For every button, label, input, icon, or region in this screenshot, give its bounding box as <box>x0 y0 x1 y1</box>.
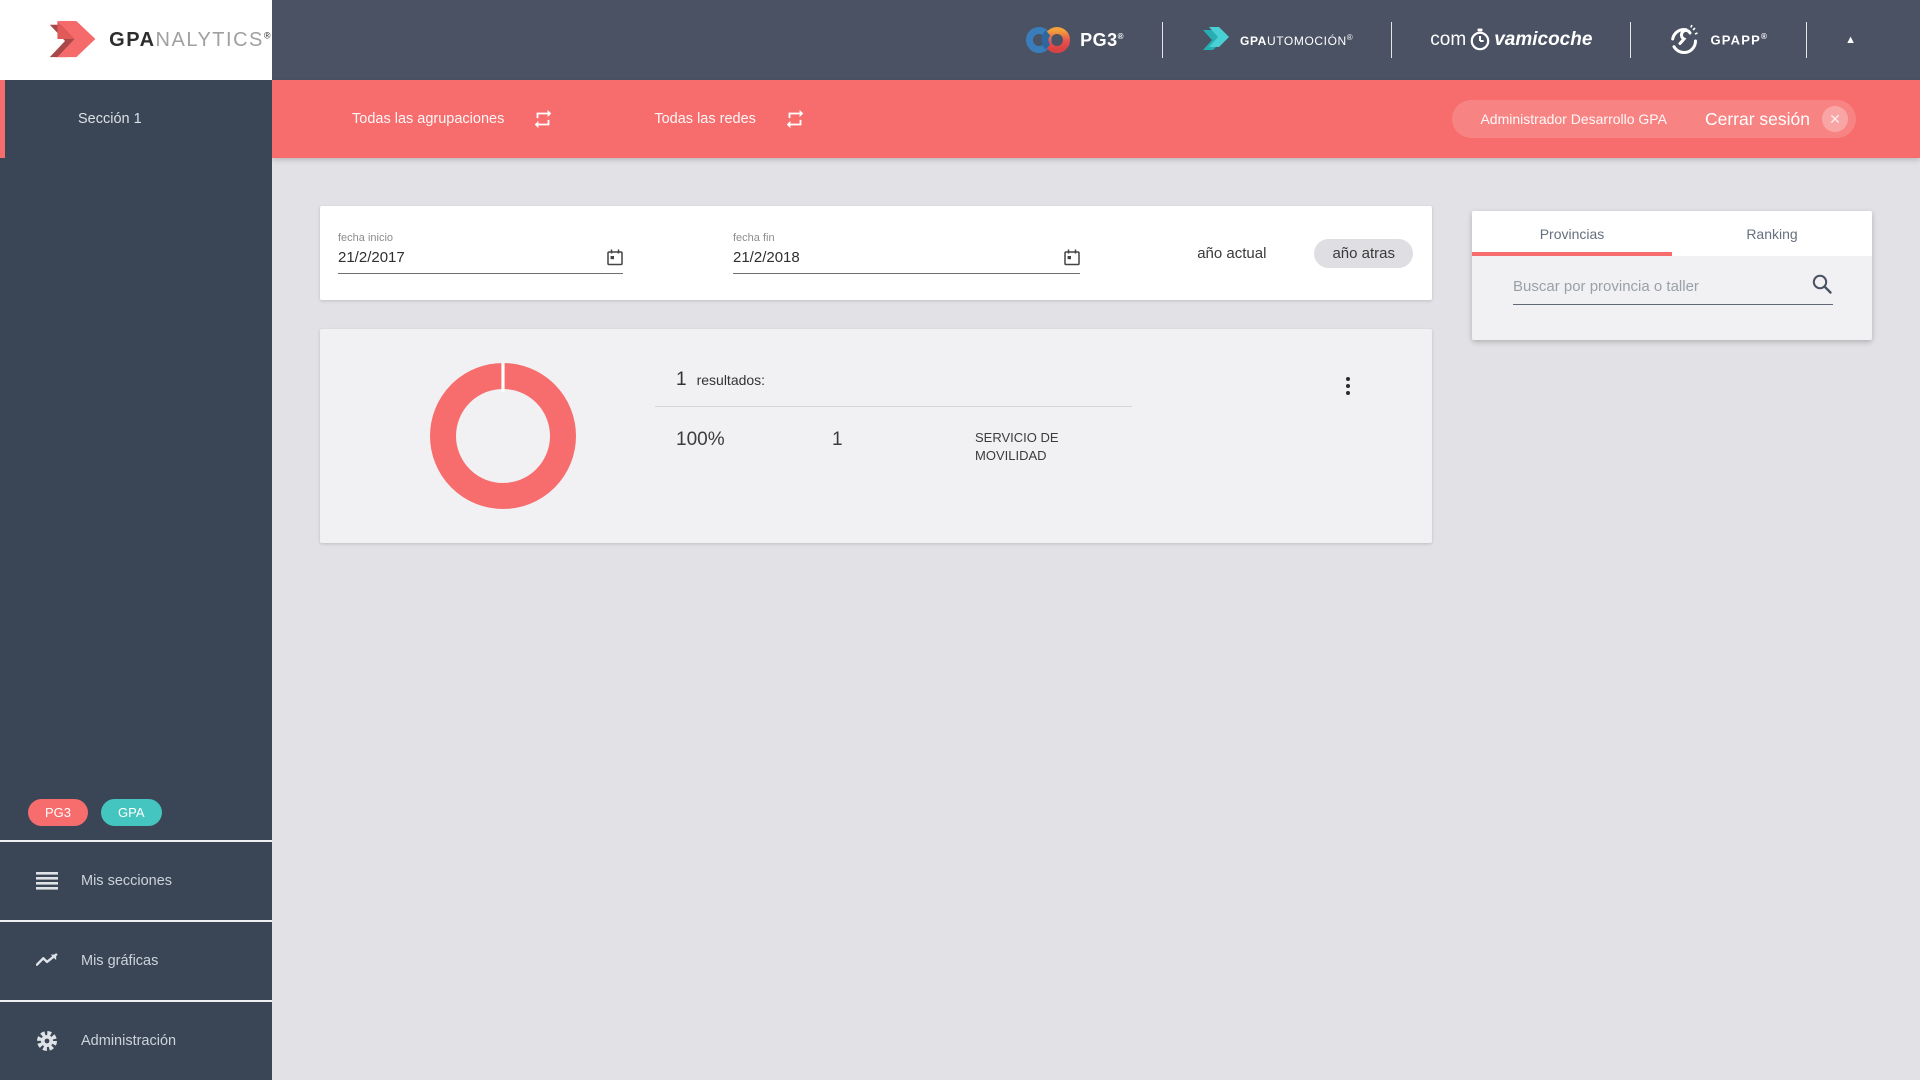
sidebar-item-mis-secciones[interactable]: Mis secciones <box>0 840 272 920</box>
sidebar-item-mis-graficas[interactable]: Mis gráficas <box>0 920 272 1000</box>
header-divider <box>1806 22 1808 58</box>
header-divider <box>1630 22 1632 58</box>
gpa-arrow-icon <box>49 21 96 58</box>
tab-ranking[interactable]: Ranking <box>1672 211 1872 256</box>
gpautomocion-logo: GPAUTOMOCIÓN® <box>1201 26 1353 54</box>
sidebar: Sección 1 PG3 GPA Mis secciones Mis gráf… <box>0 80 272 1080</box>
end-date-label: fecha fin <box>733 232 775 244</box>
start-date-label: fecha inicio <box>338 232 394 244</box>
search-input[interactable] <box>1513 278 1811 295</box>
sidebar-item-seccion-1[interactable]: Sección 1 <box>0 80 272 158</box>
clock-icon <box>1470 28 1490 51</box>
section-label: Sección 1 <box>78 111 142 127</box>
date-filter-card: fecha inicio fecha fin año actual año at… <box>320 206 1432 300</box>
logout-button[interactable]: Cerrar sesión ✕ <box>1705 106 1848 132</box>
search-field <box>1513 273 1833 305</box>
list-icon <box>36 872 58 890</box>
table-row: 100% 1 SERVICIO DE MOVILIDAD <box>655 429 1132 464</box>
gpanalytics-logo: GPANALYTICS® <box>0 0 272 80</box>
gpapp-wrench-icon <box>1671 24 1699 54</box>
header-divider <box>1391 22 1393 58</box>
redes-selector[interactable]: Todas las redes <box>654 108 806 130</box>
gear-icon <box>36 1030 58 1052</box>
menu-label: Mis gráficas <box>81 953 159 969</box>
user-name: Administrador Desarrollo GPA <box>1480 111 1667 127</box>
sidebar-item-administracion[interactable]: Administración <box>0 1000 272 1080</box>
results-summary: 1 resultados: 100% 1 SERVICIO DE MOVILID… <box>655 369 1132 464</box>
redes-label: Todas las redes <box>654 111 756 127</box>
badge-pg3[interactable]: PG3 <box>28 799 89 826</box>
gpanalytics-label: GPANALYTICS® <box>109 28 272 51</box>
app-header: PG3® GPAUTOMOCIÓN® com vamicoche GPAPP® … <box>0 0 1920 80</box>
pg3-logo: PG3® <box>1025 25 1124 55</box>
collapse-header-button[interactable]: ▲ <box>1845 34 1856 46</box>
previous-year-button[interactable]: año atras <box>1314 238 1413 268</box>
logout-label: Cerrar sesión <box>1704 108 1810 129</box>
donut-chart[interactable] <box>430 362 576 509</box>
calendar-icon[interactable] <box>1064 249 1080 266</box>
chart-trend-icon <box>36 953 58 969</box>
filter-bar: Todas las agrupaciones Todas las redes A… <box>272 80 1920 158</box>
results-divider <box>655 406 1132 407</box>
provinces-panel: Provincias Ranking <box>1472 211 1872 340</box>
gpautomocion-label: GPAUTOMOCIÓN® <box>1240 32 1354 48</box>
header-divider <box>1162 22 1164 58</box>
gpapp-label: GPAPP® <box>1710 32 1769 48</box>
menu-label: Administración <box>81 1033 177 1049</box>
menu-label: Mis secciones <box>81 873 173 889</box>
user-session-chip: Administrador Desarrollo GPA Cerrar sesi… <box>1452 100 1856 138</box>
swap-redes-icon[interactable] <box>784 108 806 130</box>
swap-agrupaciones-icon[interactable] <box>532 108 554 130</box>
results-count: 1 <box>676 369 687 390</box>
start-date-field: fecha inicio <box>338 232 623 274</box>
platform-badges: PG3 GPA <box>0 799 272 840</box>
row-label: SERVICIO DE MOVILIDAD <box>975 430 1059 463</box>
card-menu-button[interactable] <box>1342 373 1354 399</box>
results-label: resultados: <box>696 372 766 388</box>
gpautomocion-arrow-icon <box>1203 27 1230 50</box>
calendar-icon[interactable] <box>607 249 623 266</box>
pg3-infinity-icon <box>1026 27 1071 53</box>
search-icon[interactable] <box>1811 273 1833 295</box>
end-date-input[interactable] <box>733 249 1064 266</box>
comovamicoche-post: vamicoche <box>1494 29 1593 50</box>
tab-provincias[interactable]: Provincias <box>1472 211 1672 256</box>
header-logo-strip: PG3® GPAUTOMOCIÓN® com vamicoche GPAPP® … <box>1025 0 1920 80</box>
results-chart-card: 1 resultados: 100% 1 SERVICIO DE MOVILID… <box>320 329 1432 543</box>
end-date-field: fecha fin <box>733 232 1080 274</box>
current-year-button[interactable]: año actual <box>1197 245 1266 262</box>
start-date-input[interactable] <box>338 249 607 266</box>
panel-body <box>1472 256 1872 340</box>
close-session-icon[interactable]: ✕ <box>1822 106 1848 132</box>
badge-gpa[interactable]: GPA <box>101 799 162 826</box>
pg3-label: PG3® <box>1080 29 1125 50</box>
agrupaciones-label: Todas las agrupaciones <box>352 111 505 127</box>
agrupaciones-selector[interactable]: Todas las agrupaciones <box>352 108 554 130</box>
gpapp-logo: GPAPP® <box>1669 24 1768 56</box>
panel-tabs: Provincias Ranking <box>1472 211 1872 256</box>
row-percent: 100% <box>676 429 725 450</box>
comovamicoche-logo: com vamicoche <box>1430 28 1592 52</box>
row-count: 1 <box>832 429 843 450</box>
comovamicoche-pre: com <box>1430 29 1467 50</box>
